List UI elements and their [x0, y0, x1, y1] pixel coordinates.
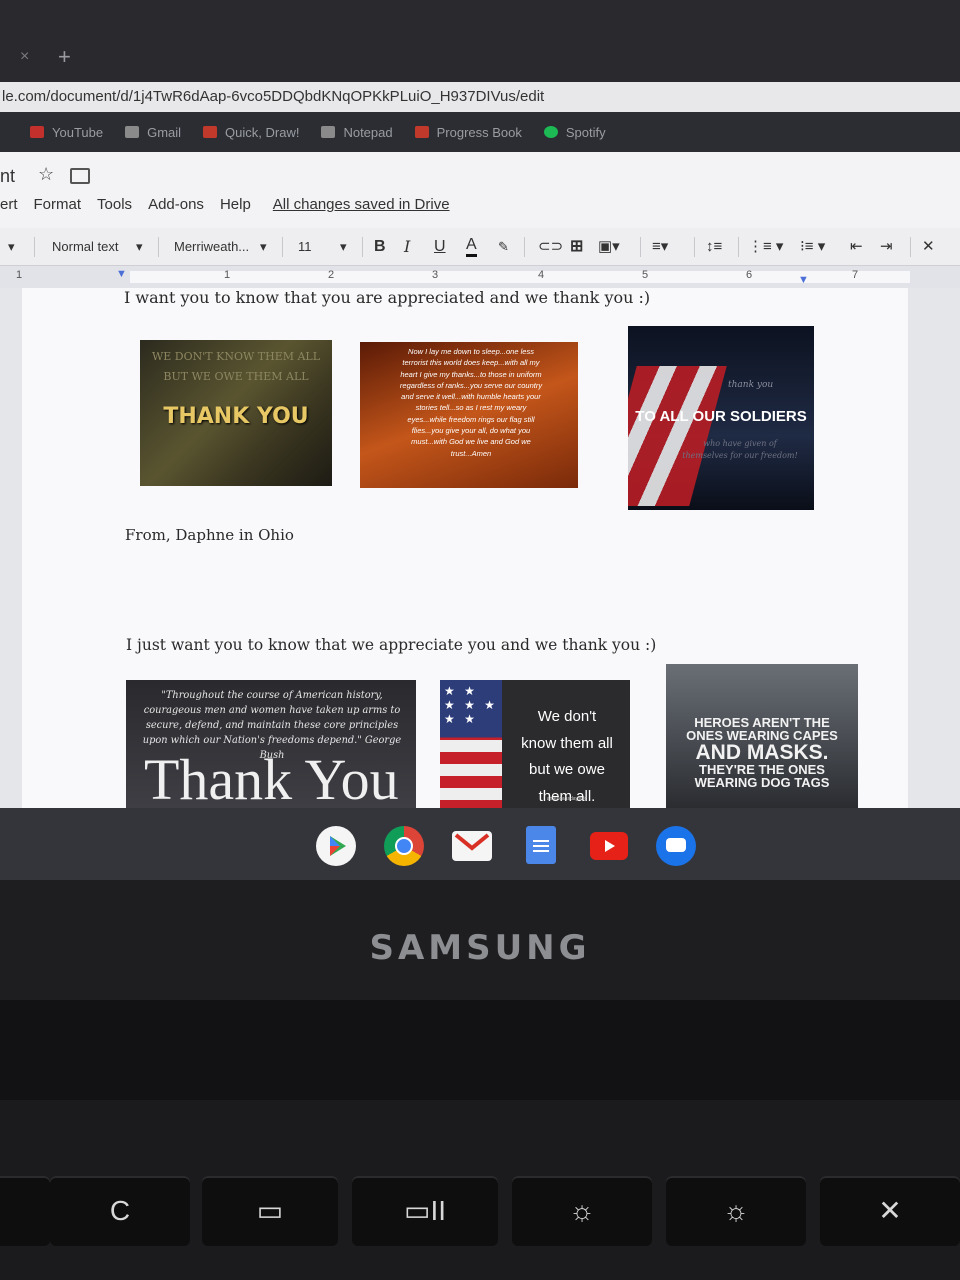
thank-you-quote-image[interactable]: "Throughout the course of American histo… — [126, 680, 416, 808]
zoom-dropdown-icon[interactable]: ▾ — [8, 228, 15, 266]
laptop-bezel: SAMSUNG — [0, 880, 960, 1000]
tab-strip: × + — [0, 0, 960, 82]
docs-icon[interactable] — [526, 826, 556, 864]
youtube-icon[interactable] — [590, 832, 628, 860]
save-status[interactable]: All changes saved in Drive — [273, 196, 450, 213]
messages-icon[interactable] — [656, 826, 696, 866]
overview-key[interactable]: ▭II — [352, 1176, 498, 1246]
document-canvas: I want you to know that you are apprecia… — [0, 288, 960, 808]
add-comment-icon[interactable]: ⊞ — [570, 228, 583, 266]
chevron-down-icon[interactable]: ▾ — [136, 228, 143, 266]
we-owe-them-all-image[interactable]: ★ ★ ★ ★ ★ ★ ★ We don't know them all but w… — [440, 680, 630, 808]
link-icon[interactable]: ⊂⊃ — [538, 228, 563, 266]
bookmark-gmail[interactable]: Gmail — [125, 125, 181, 140]
bookmark-quick-draw[interactable]: Quick, Draw! — [203, 125, 299, 140]
menu-help[interactable]: Help — [220, 196, 251, 213]
soldiers-flag-image[interactable]: thank you TO ALL OUR SOLDIERS who have g… — [628, 326, 814, 510]
new-tab-button[interactable]: + — [58, 44, 71, 70]
underline-button[interactable]: U — [434, 228, 446, 266]
quick-draw-icon — [203, 126, 218, 138]
mute-key[interactable]: ✕ — [820, 1176, 960, 1246]
key-forward[interactable] — [0, 1176, 50, 1246]
menu-insert[interactable]: ert — [0, 196, 18, 213]
progress-book-icon — [414, 126, 429, 138]
notepad-icon — [321, 126, 336, 138]
numbered-list-icon[interactable]: ⋮≡ ▾ — [748, 228, 783, 266]
bookmark-youtube[interactable]: YouTube — [30, 125, 103, 140]
laptop-hinge — [0, 1000, 960, 1100]
gmail-icon — [125, 126, 140, 138]
message-line-2[interactable]: I just want you to know that we apprecia… — [126, 636, 656, 654]
keyboard: C ▭ ▭II ☼ ☼ ✕ — [0, 1100, 960, 1280]
fullscreen-key[interactable]: ▭ — [202, 1176, 338, 1246]
message-line-1[interactable]: I want you to know that you are apprecia… — [124, 288, 650, 307]
youtube-icon — [30, 126, 44, 138]
bold-button[interactable]: B — [374, 228, 386, 266]
paragraph-style-dropdown[interactable]: Normal text — [52, 228, 118, 266]
spotify-icon — [543, 126, 558, 138]
document-page[interactable]: I want you to know that you are apprecia… — [22, 288, 908, 808]
highlight-icon[interactable]: ✎ — [498, 228, 509, 266]
menu-bar: ert Format Tools Add-ons Help All change… — [0, 196, 466, 213]
chrome-icon[interactable] — [384, 826, 424, 866]
brightness-up-key[interactable]: ☼ — [666, 1176, 806, 1246]
increase-indent-icon[interactable]: ⇥ — [880, 228, 893, 266]
signature-line[interactable]: From, Daphne in Ohio — [125, 526, 294, 544]
thank-you-image-1[interactable]: WE DON'T KNOW THEM ALL BUT WE OWE THEM A… — [140, 340, 332, 486]
right-indent-marker-icon[interactable]: ▼ — [798, 274, 809, 286]
docs-header: nt ☆ ert Format Tools Add-ons Help All c… — [0, 152, 960, 228]
chevron-down-icon[interactable]: ▾ — [340, 228, 347, 266]
ruler[interactable]: 1 ▼ 1 2 3 4 5 6 ▼ 7 — [0, 266, 960, 288]
menu-tools[interactable]: Tools — [97, 196, 132, 213]
bulleted-list-icon[interactable]: ⁝≡ ▾ — [800, 228, 825, 266]
soldier-prayer-image[interactable]: Now I lay me down to sleep...one less te… — [360, 342, 578, 488]
bookmarks-bar: YouTube Gmail Quick, Draw! Notepad Progr… — [0, 112, 960, 152]
indent-marker-icon[interactable]: ▼ — [116, 268, 127, 280]
menu-addons[interactable]: Add-ons — [148, 196, 204, 213]
align-left-icon[interactable]: ≡▾ — [652, 228, 668, 266]
text-color-button[interactable]: A — [466, 228, 477, 257]
chevron-down-icon[interactable]: ▾ — [260, 228, 267, 266]
bookmark-spotify[interactable]: Spotify — [543, 125, 606, 140]
font-size-dropdown[interactable]: 11 — [298, 228, 312, 266]
os-shelf — [0, 808, 960, 880]
bookmark-notepad[interactable]: Notepad — [321, 125, 393, 140]
address-bar[interactable]: le.com/document/d/1j4TwR6dAap-6vco5DDQbd… — [0, 82, 960, 112]
italic-button[interactable]: I — [404, 228, 410, 266]
clear-formatting-icon[interactable]: ✕ — [922, 228, 935, 266]
brightness-down-key[interactable]: ☼ — [512, 1176, 652, 1246]
document-title[interactable]: nt — [0, 166, 15, 187]
gmail-icon[interactable] — [452, 831, 492, 861]
brand-logo: SAMSUNG — [369, 928, 591, 968]
star-icon[interactable]: ☆ — [38, 164, 54, 185]
decrease-indent-icon[interactable]: ⇤ — [850, 228, 863, 266]
format-toolbar: ▾ Normal text ▾ Merriweath... ▾ 11 ▾ B I… — [0, 228, 960, 266]
close-tab-icon[interactable]: × — [20, 48, 29, 66]
menu-format[interactable]: Format — [34, 196, 82, 213]
move-folder-icon[interactable] — [70, 168, 90, 184]
line-spacing-icon[interactable]: ↕≡ — [706, 228, 722, 266]
bookmark-progress-book[interactable]: Progress Book — [414, 125, 522, 140]
heroes-dog-tags-image[interactable]: HEROES AREN'T THE ONES WEARING CAPES AND… — [666, 664, 858, 808]
font-dropdown[interactable]: Merriweath... — [174, 228, 249, 266]
insert-image-icon[interactable]: ▣▾ — [598, 228, 620, 266]
refresh-key[interactable]: C — [50, 1176, 190, 1246]
play-store-icon[interactable] — [316, 826, 356, 866]
